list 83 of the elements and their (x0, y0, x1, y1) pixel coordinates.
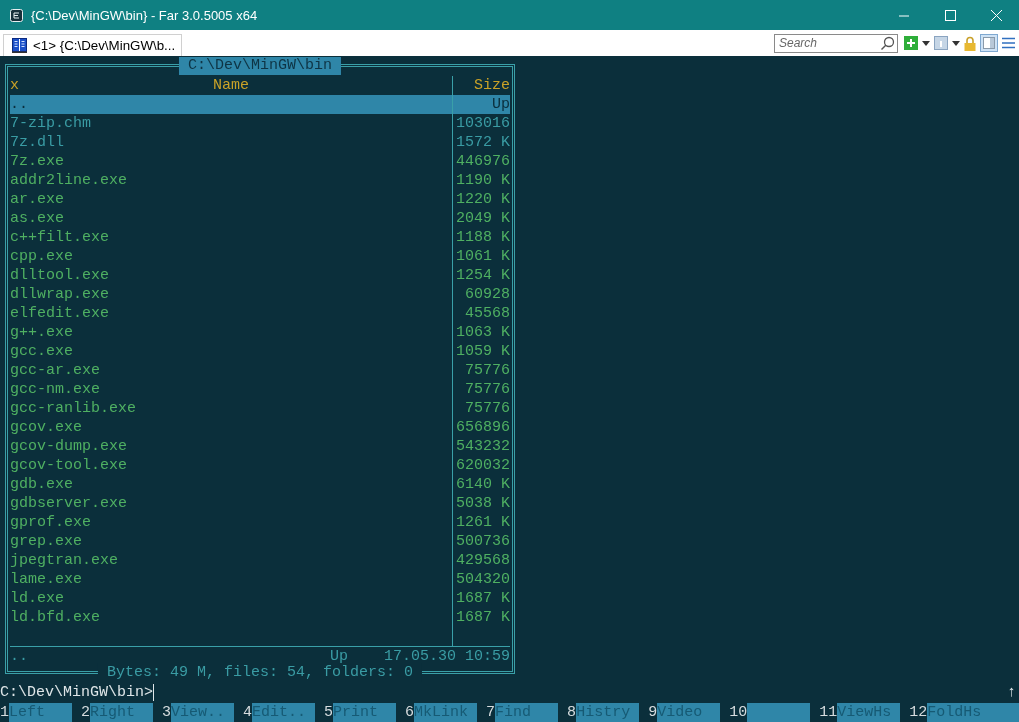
status-size: Up (329, 647, 348, 665)
file-name[interactable]: grep.exe (10, 532, 452, 551)
file-size: 1687 K (452, 608, 510, 627)
app-icon (10, 8, 23, 22)
file-size: 429568 (452, 551, 510, 570)
file-name[interactable]: 7z.exe (10, 152, 452, 171)
file-name[interactable]: ar.exe (10, 190, 452, 209)
file-size: 1063 K (452, 323, 510, 342)
file-size: 103016 (452, 114, 510, 133)
scroll-indicator: ↑ (1007, 683, 1016, 702)
file-size: 543232 (452, 437, 510, 456)
file-name[interactable]: addr2line.exe (10, 171, 452, 190)
function-key[interactable]: 10 (729, 703, 811, 722)
file-name[interactable]: gprof.exe (10, 513, 452, 532)
panel-path: C:\Dev\MinGW\bin (179, 57, 341, 75)
file-name[interactable]: 7-zip.chm (10, 114, 452, 133)
command-prompt: C:\Dev\MinGW\bin> (0, 683, 154, 702)
file-size: 75776 (452, 380, 510, 399)
file-size: 45568 (452, 304, 510, 323)
file-size: 1061 K (452, 247, 510, 266)
window-title: {C:\Dev\MinGW\bin} - Far 3.0.5005 x64 (31, 7, 258, 23)
panel-icon[interactable] (980, 34, 998, 52)
file-name[interactable]: jpegtran.exe (10, 551, 452, 570)
file-name[interactable]: gdbserver.exe (10, 494, 452, 513)
file-name[interactable]: dllwrap.exe (10, 285, 452, 304)
file-name[interactable]: .. (10, 95, 452, 114)
search-field[interactable]: Search (774, 33, 898, 53)
function-key[interactable]: 11ViewHs (819, 703, 901, 722)
file-name[interactable]: lame.exe (10, 570, 452, 589)
file-size: 75776 (452, 361, 510, 380)
panel-summary: Bytes: 49 M, files: 54, folders: 0 (97, 663, 423, 682)
file-size: 500736 (452, 532, 510, 551)
panels-icon (12, 38, 27, 53)
file-size: 504320 (452, 570, 510, 589)
file-name[interactable]: elfedit.exe (10, 304, 452, 323)
status-name: .. (10, 647, 28, 666)
file-size: 2049 K (452, 209, 510, 228)
file-name[interactable]: gcc.exe (10, 342, 452, 361)
file-size: 620032 (452, 456, 510, 475)
file-name[interactable]: cpp.exe (10, 247, 452, 266)
file-name[interactable]: gcc-ranlib.exe (10, 399, 452, 418)
file-name[interactable]: gcov.exe (10, 418, 452, 437)
file-name[interactable]: gcov-dump.exe (10, 437, 452, 456)
file-size: 1261 K (452, 513, 510, 532)
file-size: Up (452, 95, 510, 114)
file-name[interactable]: as.exe (10, 209, 452, 228)
file-size: 656896 (452, 418, 510, 437)
column-header[interactable]: Name (19, 76, 443, 95)
file-size: 1188 K (452, 228, 510, 247)
tab[interactable]: <1> {C:\Dev\MinGW\b... (3, 34, 183, 56)
file-size: 446976 (452, 152, 510, 171)
file-size: 1220 K (452, 190, 510, 209)
file-size: 1059 K (452, 342, 510, 361)
file-size: 1687 K (452, 589, 510, 608)
file-name[interactable]: dlltool.exe (10, 266, 452, 285)
file-size: 75776 (452, 399, 510, 418)
text-cursor (153, 684, 155, 701)
file-name[interactable]: gcc-nm.exe (10, 380, 452, 399)
status-date: 17.05.30 (383, 647, 456, 665)
close-icon (990, 9, 1002, 21)
status-time: 10:59 (465, 647, 510, 666)
file-name[interactable]: c++filt.exe (10, 228, 452, 247)
file-name[interactable]: gcov-tool.exe (10, 456, 452, 475)
file-name[interactable]: g++.exe (10, 323, 452, 342)
file-size: 6140 K (452, 475, 510, 494)
search-icon[interactable] (880, 35, 895, 51)
file-name[interactable]: gdb.exe (10, 475, 452, 494)
file-name[interactable]: 7z.dll (10, 133, 452, 152)
column-header[interactable]: Size (474, 77, 510, 94)
maximize-icon (944, 9, 956, 21)
caret-icon[interactable] (952, 40, 960, 46)
file-name[interactable]: gcc-ar.exe (10, 361, 452, 380)
sort-mark: x (10, 76, 19, 95)
file-size: 1190 K (452, 171, 510, 190)
file-size: 5038 K (452, 494, 510, 513)
file-size: 60928 (452, 285, 510, 304)
function-key[interactable]: 1Left (0, 703, 72, 722)
file-name[interactable]: ld.bfd.exe (10, 608, 452, 627)
caret-icon[interactable] (922, 40, 930, 46)
menu-icon[interactable] (1002, 37, 1015, 49)
file-size: 1254 K (452, 266, 510, 285)
file-size: 1572 K (452, 133, 510, 152)
file-name[interactable]: ld.exe (10, 589, 452, 608)
